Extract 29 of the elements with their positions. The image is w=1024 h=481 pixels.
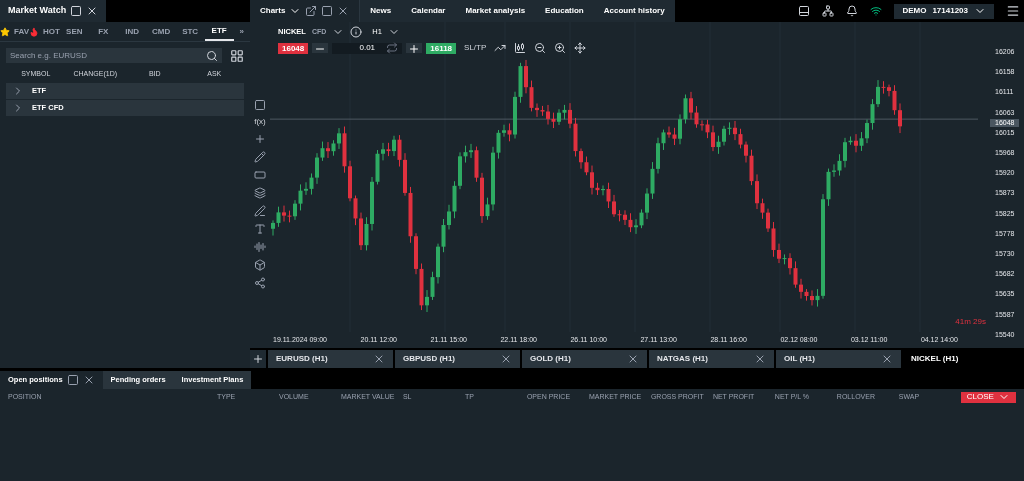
category-tab[interactable]: ETF bbox=[204, 22, 234, 41]
top-tab[interactable]: Market analysis bbox=[455, 0, 536, 22]
panel-tab[interactable]: Market Watch bbox=[0, 0, 107, 22]
top-tab[interactable]: Calendar bbox=[401, 0, 456, 22]
symbol-tab[interactable]: OIL (H1) bbox=[776, 350, 901, 368]
top-tab[interactable]: Account history bbox=[593, 0, 675, 22]
symbol-tab[interactable]: EURUSD (H1) bbox=[268, 350, 393, 368]
sltp-button[interactable]: SL/TP bbox=[460, 42, 491, 54]
category-tab[interactable]: IND bbox=[117, 22, 147, 41]
sell-button[interactable]: 16048 bbox=[278, 42, 309, 54]
category-tab[interactable]: STC bbox=[175, 22, 205, 41]
symbol-tab[interactable]: GBPUSD (H1) bbox=[395, 350, 520, 368]
category-tab[interactable]: FAV bbox=[0, 22, 29, 41]
volume-field[interactable]: 0.01 bbox=[332, 42, 403, 54]
candle-timer: 41m 29s bbox=[955, 316, 986, 328]
symbol-tab[interactable]: NATGAS (H1) bbox=[649, 350, 774, 368]
more-tabs[interactable]: » bbox=[233, 25, 251, 38]
close-all-button[interactable]: CLOSE bbox=[960, 391, 1016, 403]
top-tab[interactable]: Education bbox=[535, 0, 594, 22]
account-selector[interactable]: DEMO 17141203 bbox=[894, 3, 994, 19]
function-tool[interactable]: f(x) bbox=[254, 117, 266, 127]
category-tab[interactable]: FX bbox=[88, 22, 118, 41]
symbol-tab[interactable]: GOLD (H1) bbox=[522, 350, 647, 368]
category-tab[interactable]: HOT bbox=[28, 22, 60, 41]
category-tab[interactable]: CMD bbox=[146, 22, 176, 41]
category-tab[interactable]: SEN bbox=[59, 22, 89, 41]
top-tab[interactable]: Charts bbox=[250, 0, 361, 22]
search-field[interactable]: Search e.g. EURUSD bbox=[6, 48, 222, 63]
top-tab[interactable]: News bbox=[360, 0, 402, 22]
